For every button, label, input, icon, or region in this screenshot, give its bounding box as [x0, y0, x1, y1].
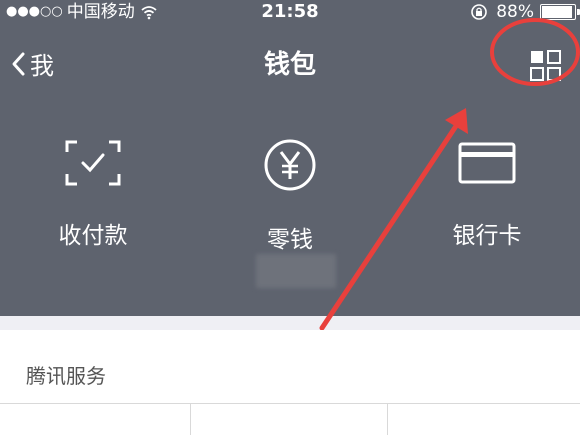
pay-receive-button[interactable]: 收付款	[13, 138, 173, 250]
grid-divider	[190, 404, 191, 435]
services-divider	[0, 403, 580, 404]
services-section: 腾讯服务	[0, 330, 580, 435]
scan-pay-icon	[65, 140, 121, 186]
services-title: 腾讯服务	[26, 364, 106, 388]
wallet-actions: 收付款 零钱 银行卡	[0, 138, 580, 258]
annotation-circle	[490, 18, 580, 86]
pay-receive-label: 收付款	[58, 223, 128, 249]
grid-divider	[387, 404, 388, 435]
annotation-arrow	[319, 108, 468, 331]
